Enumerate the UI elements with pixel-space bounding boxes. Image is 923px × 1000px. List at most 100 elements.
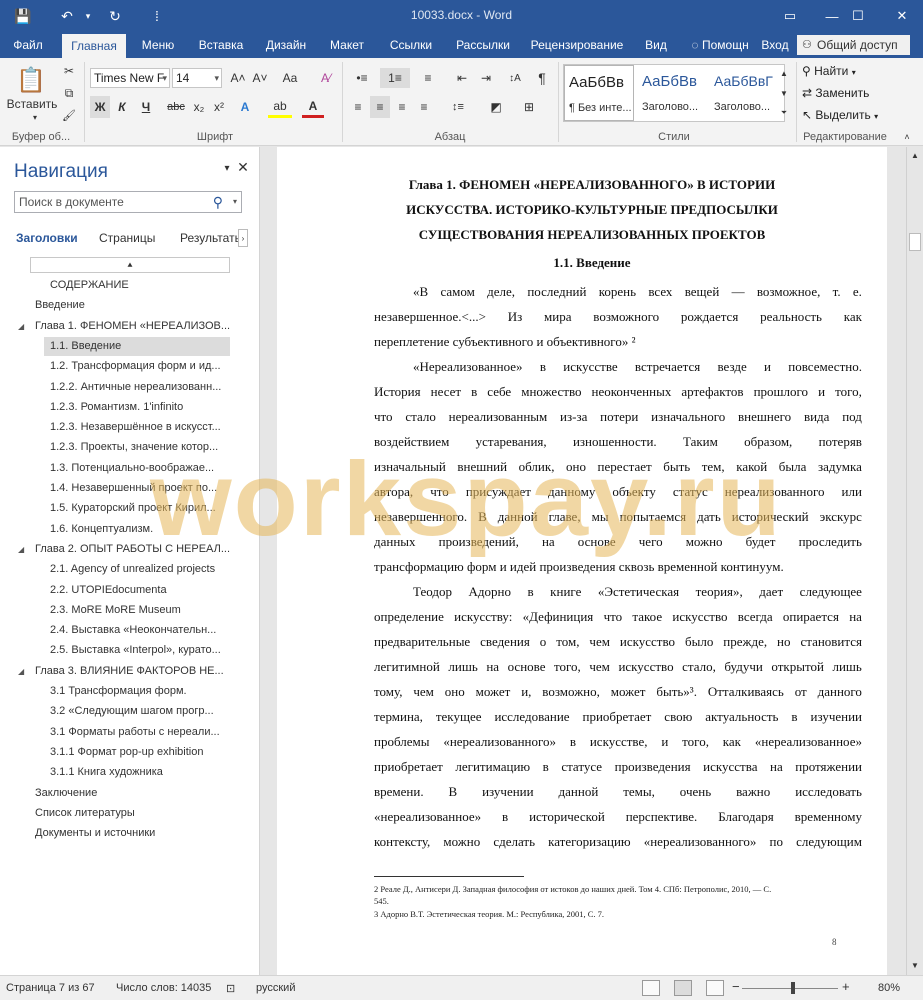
expand-triangle-icon[interactable]: ◢ [18,322,24,331]
nav-heading-item[interactable]: Список литературы [35,804,234,823]
nav-heading-item[interactable]: Введение [35,296,234,315]
gallery-up-icon[interactable]: ▲ [777,64,791,82]
print-layout-icon[interactable] [674,980,692,996]
decrease-indent-button[interactable]: ⇤ [452,68,472,88]
nav-heading-item[interactable]: Заключение [35,784,234,803]
borders-button[interactable]: ⊞ [516,96,542,118]
clear-formatting-button[interactable]: A⁄ [316,68,336,88]
tab-menu[interactable]: Меню [134,32,182,58]
ribbon-display-options-button[interactable]: ▭ [772,0,808,32]
tab-design[interactable]: Дизайн [258,32,314,58]
numbering-button[interactable]: 1≡ [380,68,410,88]
nav-heading-item[interactable]: 2.3. MoRE MoRE Museum [50,601,234,620]
nav-heading-item[interactable]: 3.1 Форматы работы с нереали... [50,723,234,742]
format-painter-icon[interactable]: 🖌 [60,106,78,124]
increase-indent-button[interactable]: ⇥ [476,68,496,88]
share-button[interactable]: ⚇ Общий доступ [797,35,910,55]
gallery-more-icon[interactable]: ⏷ [777,104,791,122]
expand-triangle-icon[interactable]: ◢ [18,667,24,676]
tab-view[interactable]: Вид [638,32,674,58]
nav-heading-item[interactable]: 3.2 «Следующим шагом прогр... [50,702,234,721]
tab-home[interactable]: Главная [62,34,126,58]
nav-heading-item[interactable]: Документы и источники [35,824,234,843]
nav-heading-item[interactable]: 3.1.1 Формат pop-up exhibition [50,743,234,762]
bullets-button[interactable]: •≡ [348,68,376,88]
strikethrough-button[interactable]: abc [164,96,188,118]
zoom-slider-thumb[interactable] [791,982,795,994]
scroll-up-icon[interactable]: ▲ [909,149,921,161]
nav-heading-item[interactable]: 1.2.3. Романтизм. 1'infinito [50,398,234,417]
zoom-level[interactable]: 80% [878,982,900,994]
collapse-ribbon-icon[interactable]: ˄ [900,130,914,144]
text-effects-button[interactable]: A [234,96,256,118]
proofing-icon[interactable]: ⊡ [226,982,235,995]
style-no-spacing[interactable]: АаБбВв ¶ Без инте... [564,65,634,121]
line-spacing-button[interactable]: ↕≡ [444,96,472,118]
zoom-out-button[interactable]: − [732,979,740,994]
nav-search-input[interactable]: Поиск в документе ⚲ ▾ [14,191,242,213]
nav-heading-item[interactable]: 2.2. UTOPIEdocumenta [50,581,234,600]
maximize-button[interactable]: ☐ [840,0,876,32]
pane-options-icon[interactable]: ▾ [220,161,234,175]
tab-references[interactable]: Ссылки [382,32,440,58]
nav-heading-item[interactable]: Глава 1. ФЕНОМЕН «НЕРЕАЛИЗОВ... [35,317,234,336]
nav-heading-item[interactable]: СОДЕРЖАНИЕ [50,276,234,295]
superscript-button[interactable]: x² [210,96,228,118]
show-formatting-button[interactable]: ¶ [532,68,552,88]
nav-heading-item[interactable]: 2.4. Выставка «Неокончательн... [50,621,234,640]
style-heading-2[interactable]: АаБбВвГ Заголово... [710,65,780,121]
nav-tab-pages[interactable]: Страницы [99,231,155,245]
multilevel-list-button[interactable]: ≡ [414,68,442,88]
read-mode-icon[interactable] [642,980,660,996]
nav-heading-item[interactable]: 1.1. Введение [44,336,230,356]
nav-heading-item[interactable]: 3.1.1 Книга художника [50,763,234,782]
zoom-slider[interactable] [742,988,838,989]
gallery-down-icon[interactable]: ▼ [777,84,791,102]
nav-heading-item[interactable]: 1.2.3. Незавершённое в искусст... [50,418,234,437]
replace-button[interactable]: ⇄ Заменить [802,86,869,100]
copy-icon[interactable]: ⧉ [60,84,78,102]
select-button[interactable]: ↖ Выделить ▾ [802,108,878,122]
underline-button[interactable]: Ч [136,96,156,118]
web-layout-icon[interactable] [706,980,724,996]
paste-button[interactable]: Вставить [6,96,58,112]
tab-file[interactable]: Файл [8,32,48,58]
word-count[interactable]: Число слов: 14035 [116,982,211,994]
paste-icon[interactable]: 📋 [14,64,48,96]
nav-tab-results[interactable]: Результаты [180,231,238,245]
style-heading-1[interactable]: АаБбВв Заголово... [638,65,708,121]
nav-heading-item[interactable]: 1.2. Трансформация форм и ид... [50,357,234,376]
nav-heading-item[interactable]: 2.5. Выставка «Interpol», курато... [50,641,234,660]
tab-review[interactable]: Рецензирование [526,32,628,58]
tabs-scroll-right-icon[interactable]: › [238,229,248,247]
page-counter[interactable]: Страница 7 из 67 [6,982,95,994]
shrink-font-button[interactable]: A˅ [250,68,270,88]
italic-button[interactable]: К [112,96,132,118]
collapse-all-button[interactable]: ⯅ [30,257,230,273]
highlight-button[interactable]: ab [268,96,292,118]
tab-layout[interactable]: Макет [324,32,370,58]
sign-in-link[interactable]: Вход [758,32,792,58]
sort-button[interactable]: ↕A [504,68,526,88]
nav-heading-item[interactable]: Глава 3. ВЛИЯНИЕ ФАКТОРОВ НЕ... [35,662,234,681]
justify-button[interactable]: ≡ [414,96,434,118]
font-size-combo[interactable]: 14 ▾ [172,68,222,88]
tell-me-button[interactable]: Помощн [702,32,754,58]
vertical-scrollbar[interactable]: ▲ ▼ [906,147,923,975]
font-family-combo[interactable]: Times New F ▾ [90,68,170,88]
shading-button[interactable]: ◩ [484,96,508,118]
paste-dropdown-icon[interactable]: ▾ [30,112,40,122]
scrollbar-thumb[interactable] [909,233,921,251]
document-page[interactable]: Глава 1. ФЕНОМЕН «НЕРЕАЛИЗОВАННОГО» В ИС… [277,147,887,975]
font-color-button[interactable]: A [302,96,324,118]
find-button[interactable]: ⚲ Найти ▾ [802,64,856,78]
tab-insert[interactable]: Вставка [192,32,250,58]
subscript-button[interactable]: x₂ [190,96,208,118]
nav-heading-item[interactable]: 1.2.2. Античные нереализованн... [50,378,234,397]
expand-triangle-icon[interactable]: ◢ [18,545,24,554]
tab-mailings[interactable]: Рассылки [448,32,518,58]
zoom-in-button[interactable]: + [842,979,850,994]
nav-heading-item[interactable]: 3.1 Трансформация форм. [50,682,234,701]
align-center-button[interactable]: ≡ [370,96,390,118]
bold-button[interactable]: Ж [90,96,110,118]
